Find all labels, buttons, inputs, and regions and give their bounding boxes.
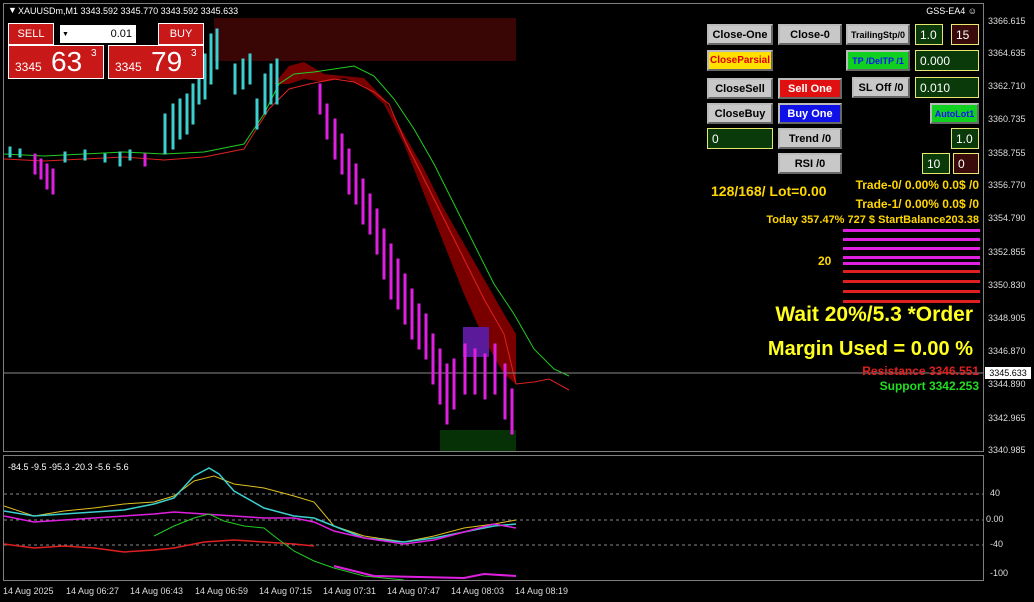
price-axis-label: 3352.855 xyxy=(988,247,1026,257)
support-info: Support 3342.253 xyxy=(879,379,979,393)
lot-down-icon[interactable]: ▼ xyxy=(62,31,69,38)
close-sell-button[interactable]: CloseSell xyxy=(707,78,773,99)
osc-magenta-low xyxy=(333,565,517,580)
oscillator-axis-label: -100 xyxy=(990,568,1009,578)
rsi-value-field[interactable]: 10 xyxy=(922,153,950,174)
tp-value-field[interactable]: 0.000 xyxy=(915,50,979,71)
trend-button[interactable]: Trend /0 xyxy=(778,128,842,149)
rsi-value2-field[interactable]: 0 xyxy=(953,153,979,174)
smiley-icon: ☺ xyxy=(967,6,977,16)
sell-button[interactable]: SELL xyxy=(8,23,54,45)
supply-zone xyxy=(214,18,516,61)
close-partial-button[interactable]: CloseParsial xyxy=(707,50,773,71)
price-axis-label: 3346.870 xyxy=(988,346,1026,356)
ea-name: GSS-EA4 ☺ xyxy=(926,6,977,16)
trade1-info: Trade-1/ 0.00% 0.0$ /0 xyxy=(855,197,979,211)
oscillator-axis-label: 40 xyxy=(990,488,1001,498)
auto-lot-value-field[interactable]: 1.0 xyxy=(951,128,979,149)
price-axis-label: 3358.755 xyxy=(988,148,1026,158)
time-axis-label: 14 Aug 07:47 xyxy=(387,586,441,596)
one-click-trading-panel: SELL ▼ 0.01 BUY 3345 63 3 3345 79 3 xyxy=(8,23,204,79)
osc-yellow xyxy=(4,475,517,543)
buy-one-button[interactable]: Buy One xyxy=(778,103,842,124)
trailing-stop-button[interactable]: TrailingStp/0 xyxy=(846,24,910,45)
price-axis-label: 3360.735 xyxy=(988,114,1026,124)
symbol-info: XAUUSDm,M1 3343.592 3345.770 3343.592 33… xyxy=(18,6,239,16)
buy-price[interactable]: 3345 79 3 xyxy=(108,45,204,79)
oscillator-axis-label: -40 xyxy=(990,539,1004,549)
candles-down xyxy=(33,83,514,435)
price-axis-label: 3342.965 xyxy=(988,413,1026,423)
lot-input[interactable]: ▼ 0.01 xyxy=(60,25,136,43)
resistance-info: Resistance 3346.551 xyxy=(862,364,979,378)
lot-info: 128/168/ Lot=0.00 xyxy=(711,183,827,199)
time-axis-label: 14 Aug 2025 xyxy=(3,586,54,596)
tp-del-button[interactable]: TP /DelTP /1 xyxy=(846,50,910,71)
close-0-button[interactable]: Close-0 xyxy=(778,24,842,45)
current-price-label: 3345.633 xyxy=(985,367,1031,379)
time-axis-label: 14 Aug 08:19 xyxy=(515,586,569,596)
auto-lot-button[interactable]: AutoLot1 xyxy=(930,103,979,124)
close-one-button[interactable]: Close-One xyxy=(707,24,773,45)
price-axis-label: 3350.830 xyxy=(988,280,1026,290)
price-axis-label: 3366.615 xyxy=(988,16,1026,26)
sell-price[interactable]: 3345 63 3 xyxy=(8,45,104,79)
oscillator-axis-label: 0.00 xyxy=(986,514,1004,524)
time-axis-label: 14 Aug 06:59 xyxy=(195,586,249,596)
time-axis-label: 14 Aug 07:15 xyxy=(259,586,313,596)
oscillator-header: -84.5 -9.5 -95.3 -20.3 -5.6 -5.6 xyxy=(8,462,129,472)
rsi-button[interactable]: RSI /0 xyxy=(778,153,842,174)
level-bars xyxy=(843,229,980,304)
margin-info: Margin Used = 0.00 % xyxy=(767,338,973,360)
osc-green xyxy=(153,513,405,580)
buy-button[interactable]: BUY xyxy=(158,23,204,45)
wait-info: Wait 20%/5.3 *Order xyxy=(775,303,973,326)
sl-off-button[interactable]: SL Off /0 xyxy=(852,77,910,98)
osc-red xyxy=(4,539,315,553)
trade0-info: Trade-0/ 0.00% 0.0$ /0 xyxy=(855,178,979,192)
demand-zone xyxy=(440,430,516,451)
price-axis-label: 3356.770 xyxy=(988,180,1026,190)
trailing-value-field[interactable]: 1.0 xyxy=(915,24,943,45)
time-axis-label: 14 Aug 08:03 xyxy=(451,586,505,596)
today-info: Today 357.47% 727 $ StartBalance203.38 xyxy=(766,214,979,226)
price-axis-label: 3362.710 xyxy=(988,81,1026,91)
sell-one-button[interactable]: Sell One xyxy=(778,78,842,99)
price-axis-label: 3348.905 xyxy=(988,313,1026,323)
zero-field[interactable]: 0 xyxy=(707,128,773,149)
trailing-value2-field[interactable]: 15 xyxy=(951,24,979,45)
time-axis-label: 14 Aug 07:31 xyxy=(323,586,377,596)
price-axis-label: 3354.790 xyxy=(988,213,1026,223)
time-axis-label: 14 Aug 06:43 xyxy=(130,586,184,596)
twenty-label: 20 xyxy=(818,254,832,268)
osc-cyan xyxy=(4,467,517,543)
oscillator-chart[interactable]: -84.5 -9.5 -95.3 -20.3 -5.6 -5.6 xyxy=(3,455,984,581)
time-axis-label: 14 Aug 06:27 xyxy=(66,586,120,596)
price-axis-label: 3344.890 xyxy=(988,379,1026,389)
main-chart[interactable]: XAUUSDm,M1 3343.592 3345.770 3343.592 33… xyxy=(3,3,984,452)
sl-value-field[interactable]: 0.010 xyxy=(915,77,979,98)
close-buy-button[interactable]: CloseBuy xyxy=(707,103,773,124)
price-axis-label: 3364.635 xyxy=(988,48,1026,58)
oscillator-svg xyxy=(4,467,983,580)
chart-arrow-icon: ▼ xyxy=(8,5,17,15)
price-axis-label: 3340.985 xyxy=(988,445,1026,455)
